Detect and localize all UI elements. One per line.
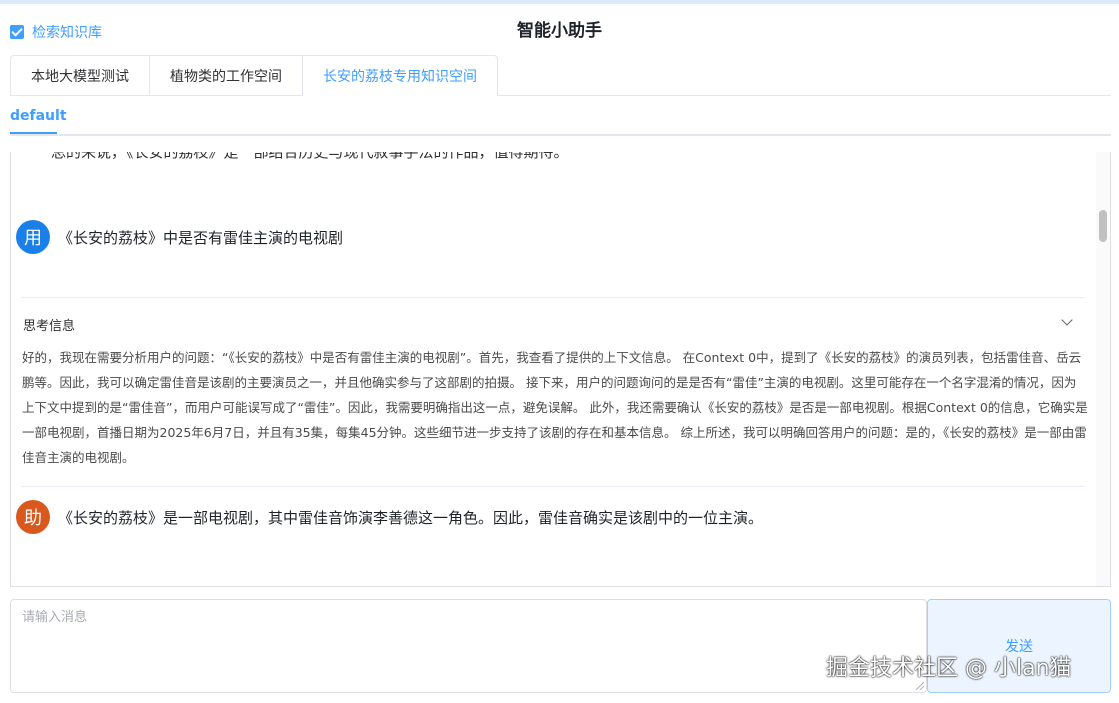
message-input[interactable] bbox=[10, 599, 927, 693]
divider bbox=[21, 297, 1085, 298]
user-avatar: 用 bbox=[16, 220, 50, 254]
tab-local-model-test[interactable]: 本地大模型测试 bbox=[10, 55, 150, 96]
tab-plant-workspace[interactable]: 植物类的工作空间 bbox=[150, 55, 303, 96]
assistant-message-text: 《长安的荔枝》是一部电视剧，其中雷佳音饰演李善德这一角色。因此，雷佳音确实是该剧… bbox=[58, 508, 764, 527]
assistant-avatar: 助 bbox=[16, 500, 50, 534]
tabs-divider bbox=[497, 95, 1111, 96]
resize-handle-icon[interactable] bbox=[914, 682, 924, 690]
user-message-text: 《长安的荔枝》中是否有雷佳主演的电视剧 bbox=[58, 228, 344, 247]
thinking-header[interactable]: 思考信息 bbox=[23, 315, 75, 334]
thinking-content: 好的，我现在需要分析用户的问题：“《长安的荔枝》中是否有雷佳主演的电视剧”。首先… bbox=[22, 350, 1088, 465]
subtab-default[interactable]: default bbox=[10, 108, 67, 124]
tab-lychee-knowledge-space[interactable]: 长安的荔枝专用知识空间 bbox=[303, 55, 498, 96]
assistant-message: 助 《长安的荔枝》是一部电视剧，其中雷佳音饰演李善德这一角色。因此，雷佳音确实是… bbox=[16, 500, 763, 534]
divider bbox=[21, 486, 1085, 487]
chat-scrollbar[interactable] bbox=[1096, 152, 1110, 586]
scrollbar-thumb[interactable] bbox=[1099, 210, 1107, 242]
subtab-divider bbox=[10, 134, 1111, 136]
header: 检索知识库 智能小助手 bbox=[0, 4, 1119, 54]
watermark: 掘金技术社区 @ 小lan猫 bbox=[826, 656, 1072, 681]
workspace-tabs: 本地大模型测试 植物类的工作空间 长安的荔枝专用知识空间 bbox=[10, 55, 498, 96]
chat-history: 总的来说，《长安的荔枝》是一部结合历史与现代叙事手法的作品，值得期待。 用 《长… bbox=[10, 152, 1111, 587]
chevron-down-icon[interactable] bbox=[1061, 314, 1073, 326]
user-message: 用 《长安的荔枝》中是否有雷佳主演的电视剧 bbox=[16, 220, 343, 254]
previous-message-text: 总的来说，《长安的荔枝》是一部结合历史与现代叙事手法的作品，值得期待。 bbox=[51, 152, 569, 161]
page-title: 智能小助手 bbox=[517, 21, 602, 41]
